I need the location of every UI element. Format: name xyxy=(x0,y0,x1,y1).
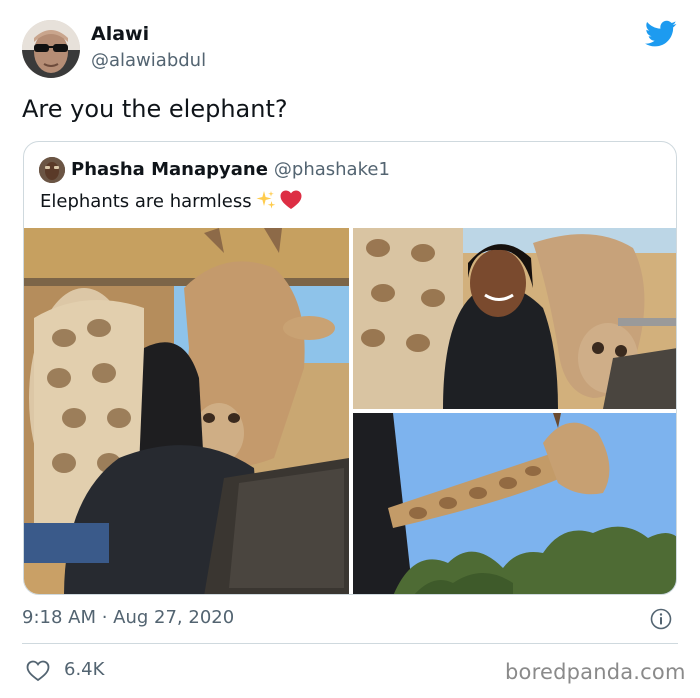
tweet-timestamp[interactable]: 9:18 AM · Aug 27, 2020 xyxy=(22,607,234,628)
quoted-tweet[interactable]: Phasha Manapyane @phashake1 Elephants are… xyxy=(23,141,677,595)
tweet-card: Alawi @alawiabdul Are you the elephant? … xyxy=(0,0,700,698)
tweet-text: Are you the elephant? xyxy=(22,95,288,123)
red-heart-emoji xyxy=(280,190,302,209)
quoted-author-handle[interactable]: @phashake1 xyxy=(274,159,390,180)
info-icon[interactable] xyxy=(650,608,672,630)
media-grid xyxy=(24,228,676,594)
photo-giraffe-sky[interactable] xyxy=(353,413,676,594)
quoted-author-avatar[interactable] xyxy=(39,157,65,183)
quoted-tweet-text: Elephants are harmless xyxy=(40,191,252,212)
author-avatar[interactable] xyxy=(22,20,80,78)
author-name[interactable]: Alawi xyxy=(91,23,149,45)
photo-giraffe-car-window[interactable] xyxy=(24,228,349,594)
like-count[interactable]: 6.4K xyxy=(64,659,104,680)
photo-giraffe-selfie[interactable] xyxy=(353,228,676,409)
footer-divider xyxy=(22,643,678,644)
quoted-tweet-text-line: Elephants are harmless xyxy=(40,190,302,212)
watermark: boredpanda.com xyxy=(505,660,686,684)
heart-icon[interactable] xyxy=(26,660,50,682)
author-handle[interactable]: @alawiabdul xyxy=(91,50,206,71)
quoted-author-name[interactable]: Phasha Manapyane xyxy=(71,159,268,180)
quoted-author[interactable]: Phasha Manapyane @phashake1 xyxy=(71,159,390,180)
sparkles-emoji xyxy=(256,191,275,209)
twitter-bird-icon[interactable] xyxy=(645,20,677,48)
